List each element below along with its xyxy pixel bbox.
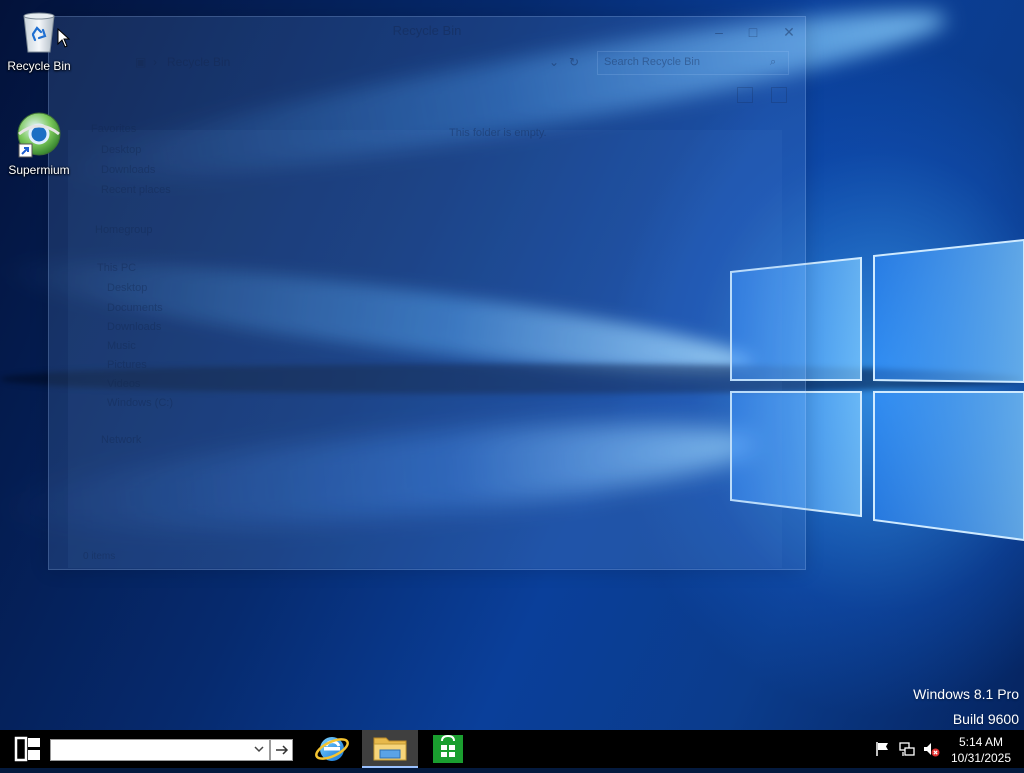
desktop-icon-label: Supermium [8,163,70,177]
nav-pc-downloads[interactable]: Downloads [107,321,161,333]
os-build-watermark: Build 9600 [952,711,1019,727]
nav-fav-desktop[interactable]: Desktop [101,144,141,156]
explorer-search-input[interactable]: Search Recycle Bin ⌕ [597,51,789,75]
nav-pc-videos[interactable]: Videos [107,378,140,390]
breadcrumb-separator-icon: › [153,55,157,69]
address-bar[interactable]: ▣ › Recycle Bin ⌄ ↻ [69,51,589,73]
preview-pane-icon[interactable] [771,87,787,103]
search-placeholder: Search Recycle Bin [604,56,700,68]
system-clock[interactable]: 5:14 AM 10/31/2025 [948,734,1014,766]
nav-pc-desktop[interactable]: Desktop [107,282,147,294]
desktop-icon-label: Recycle Bin [7,59,71,73]
internet-explorer-icon [315,737,349,761]
nav-pc-documents[interactable]: Documents [107,302,163,314]
nav-pc-pictures[interactable]: Pictures [107,359,147,371]
chevron-down-icon[interactable] [253,742,265,756]
close-icon[interactable]: ✕ [775,21,803,43]
nav-network[interactable]: Network [101,434,141,446]
start-button[interactable] [14,736,42,762]
taskbar-internet-explorer[interactable] [304,730,360,768]
windows-store-icon [433,734,463,763]
nav-fav-recent[interactable]: Recent places [101,184,171,196]
minimize-icon[interactable]: – [705,21,733,43]
details-view-icon[interactable] [737,87,753,103]
taskbar: 5:14 AM 10/31/2025 [0,730,1024,768]
nav-favorites[interactable]: Favorites [91,123,136,135]
clock-date: 10/31/2025 [950,751,1012,765]
taskbar-windows-store[interactable] [420,730,476,768]
arrow-right-icon [275,745,288,755]
empty-folder-message: This folder is empty. [449,127,547,139]
chevron-down-icon[interactable]: ⌄ [549,55,559,69]
start-icon [14,736,40,762]
taskbar-file-explorer[interactable] [362,730,418,768]
mouse-cursor-icon [57,28,71,48]
file-explorer-icon [373,737,407,761]
maximize-icon[interactable]: □ [739,21,767,43]
os-version-watermark: Windows 8.1 Pro [913,686,1019,702]
window-titlebar: Recycle Bin – □ ✕ [49,17,805,45]
nav-this-pc[interactable]: This PC [97,262,136,274]
nav-pc-windows-c[interactable]: Windows (C:) [107,397,173,409]
nav-homegroup[interactable]: Homegroup [95,224,152,236]
desktop-icon-supermium[interactable]: Supermium [0,112,78,177]
refresh-icon[interactable]: ↻ [569,55,579,69]
volume-muted-icon[interactable] [922,740,940,758]
desktop-icon-recycle-bin[interactable]: Recycle Bin [0,8,78,73]
clock-time: 5:14 AM [958,735,1004,749]
recycle-bin-icon [15,8,71,56]
nav-fav-downloads[interactable]: Downloads [101,164,155,176]
supermium-icon [15,112,63,160]
action-center-flag-icon[interactable] [874,740,892,758]
network-icon[interactable] [898,740,916,758]
folder-icon: ▣ [135,55,147,69]
search-icon: ⌕ [770,56,777,68]
status-item-count: 0 items [83,551,116,562]
window-title: Recycle Bin [392,23,462,38]
taskbar-search-input[interactable] [50,739,270,761]
recycle-bin-window-ghost: Recycle Bin – □ ✕ ▣ › Recycle Bin ⌄ ↻ Se… [48,16,806,570]
breadcrumb-recycle-bin[interactable]: Recycle Bin [167,55,230,69]
nav-pc-music[interactable]: Music [107,340,136,352]
search-go-button[interactable] [270,739,293,761]
